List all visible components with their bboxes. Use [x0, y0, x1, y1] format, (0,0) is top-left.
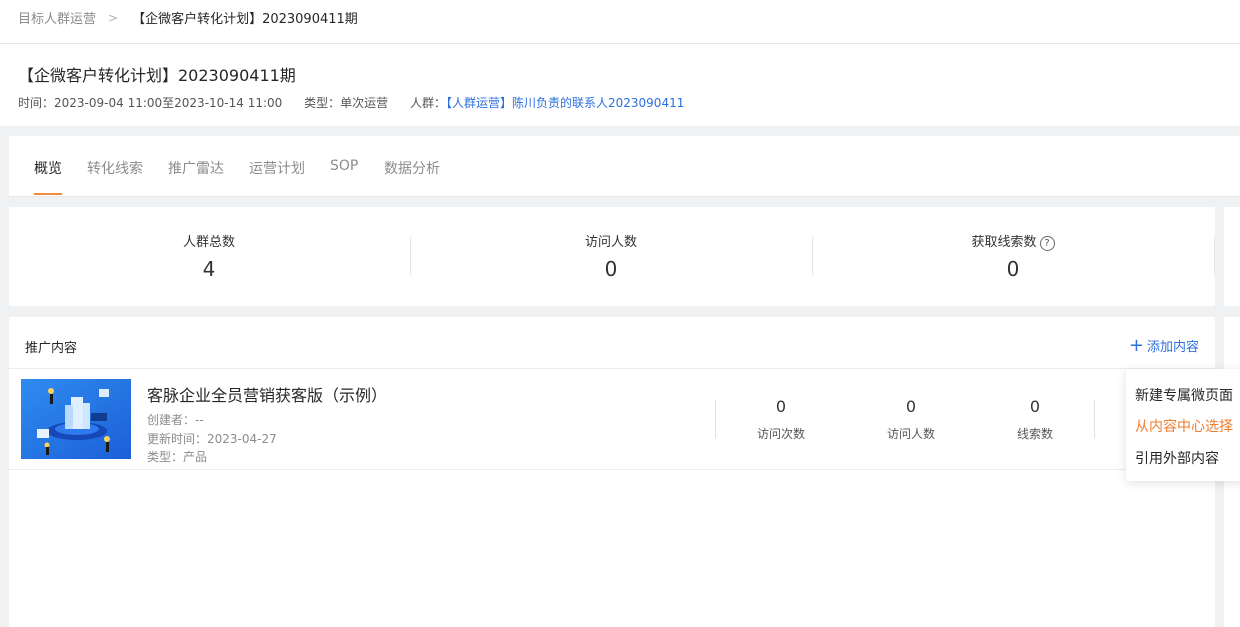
metric-value: 0 — [1029, 397, 1041, 416]
page-title: 【企微客户转化计划】2023090411期 — [18, 66, 296, 85]
content-thumbnail-image — [21, 379, 131, 459]
plus-icon: + — [1128, 334, 1144, 356]
stat-label: 人群总数 — [182, 235, 235, 250]
stat-value: 0 — [604, 257, 618, 281]
menu-item-select-from-content-center[interactable]: 从内容中心选择 — [1135, 416, 1233, 436]
breadcrumb-separator: > — [108, 10, 119, 25]
metric-label: 访问次数 — [756, 427, 805, 441]
metric-leads: 0 线索数 — [985, 397, 1085, 442]
tab-data-analysis[interactable]: 数据分析 — [384, 158, 440, 178]
crowd-link[interactable]: 【人群运营】陈川负责的联系人2023090411 — [446, 96, 684, 110]
tab-sop[interactable]: SOP — [330, 158, 358, 174]
promo-title: 推广内容 — [25, 341, 78, 356]
stat-divider — [1214, 237, 1215, 275]
metric-label: 访问人数 — [886, 427, 935, 441]
stats-panel: 人群总数 4 访问人数 0 获取线索数? 0 — [9, 207, 1215, 306]
metric-label: 线索数 — [1016, 427, 1053, 441]
breadcrumb: 目标人群运营 > 【企微客户转化计划】2023090411期 — [18, 8, 358, 28]
promo-header: 推广内容 + 添加内容 — [9, 317, 1215, 369]
metric-divider — [715, 400, 716, 438]
content-creator: 创建者：-- — [147, 413, 204, 427]
add-content-button[interactable]: + 添加内容 — [1129, 336, 1199, 355]
stat-crowd-total: 人群总数 4 — [9, 207, 409, 306]
breadcrumb-parent-link[interactable]: 目标人群运营 — [18, 8, 96, 27]
time-meta: 时间：2023-09-04 11:00至2023-10-14 11:00 — [18, 96, 282, 110]
promo-content-panel: 推广内容 + 添加内容 客脉企业全员营销获客版（示例） 创建者：-- 更新时间：… — [9, 317, 1215, 627]
add-content-label: 添加内容 — [1146, 340, 1199, 355]
stat-label: 获取线索数? — [813, 231, 1213, 251]
stat-label: 访问人数 — [584, 235, 637, 250]
time-label: 时间： — [18, 96, 55, 110]
question-circle-icon[interactable]: ? — [1039, 236, 1055, 251]
tab-conversion-leads[interactable]: 转化线索 — [87, 158, 143, 178]
tab-overview[interactable]: 概览 — [34, 158, 62, 178]
crowd-label: 人群： — [409, 96, 446, 110]
metric-divider — [1094, 400, 1095, 438]
stat-leads-label: 获取线索数 — [971, 235, 1037, 250]
top-bar: 目标人群运营 > 【企微客户转化计划】2023090411期 — [0, 0, 1240, 44]
side-panel-edge — [1224, 207, 1240, 306]
content-row[interactable]: 客脉企业全员营销获客版（示例） 创建者：-- 更新时间：2023-04-27 类… — [9, 369, 1215, 470]
crowd-meta: 人群：【人群运营】陈川负责的联系人2023090411 — [410, 96, 684, 110]
metric-value: 0 — [905, 397, 917, 416]
active-tab-indicator — [34, 193, 62, 195]
plan-meta: 时间：2023-09-04 11:00至2023-10-14 11:00 类型：… — [18, 94, 702, 111]
menu-item-reference-external[interactable]: 引用外部内容 — [1135, 448, 1219, 468]
metric-visits: 0 访问次数 — [731, 397, 831, 442]
stat-visitors: 访问人数 0 — [411, 207, 811, 306]
content-updated: 更新时间：2023-04-27 — [147, 432, 277, 446]
time-value: 2023-09-04 11:00至2023-10-14 11:00 — [54, 96, 283, 110]
type-value: 单次运营 — [340, 96, 389, 110]
content-thumbnail[interactable] — [21, 379, 131, 459]
type-meta: 类型：单次运营 — [304, 96, 388, 110]
metric-visitors: 0 访问人数 — [861, 397, 961, 442]
stat-value: 4 — [202, 257, 216, 281]
plan-header: 【企微客户转化计划】2023090411期 时间：2023-09-04 11:0… — [0, 44, 1240, 126]
tab-bar: 概览 转化线索 推广雷达 运营计划 SOP 数据分析 — [9, 136, 1240, 197]
tab-operation-plan[interactable]: 运营计划 — [249, 158, 305, 178]
content-title[interactable]: 客脉企业全员营销获客版（示例） — [147, 382, 387, 406]
type-label: 类型： — [304, 96, 341, 110]
stat-value: 0 — [1006, 257, 1020, 281]
tab-promo-radar[interactable]: 推广雷达 — [168, 158, 224, 178]
breadcrumb-current: 【企微客户转化计划】2023090411期 — [132, 12, 358, 27]
content-type: 类型：产品 — [147, 450, 208, 464]
metric-value: 0 — [775, 397, 787, 416]
menu-item-new-micropage[interactable]: 新建专属微页面 — [1135, 385, 1233, 405]
stat-leads: 获取线索数? 0 — [813, 207, 1213, 306]
add-content-dropdown: 新建专属微页面 从内容中心选择 引用外部内容 — [1126, 369, 1240, 481]
